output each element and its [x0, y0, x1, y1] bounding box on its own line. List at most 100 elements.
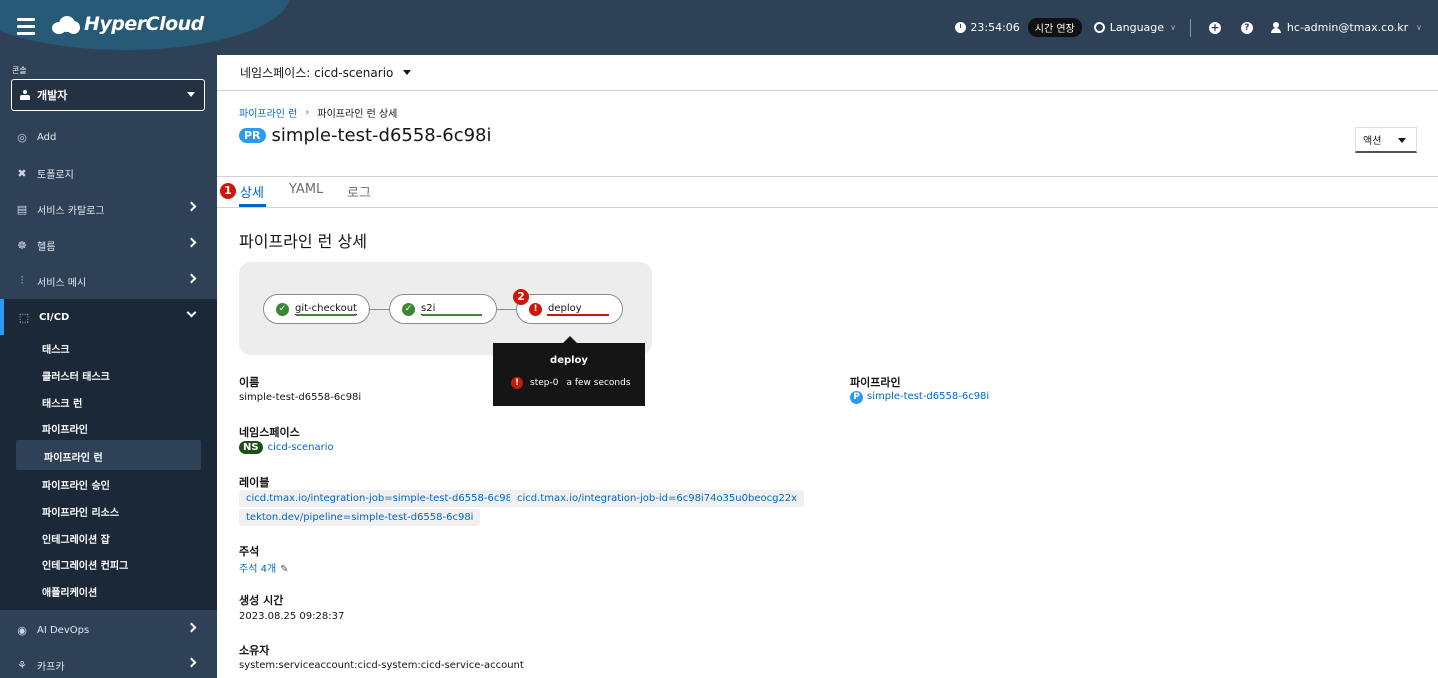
sidebar-item-service-mesh[interactable]: ⫶ 서비스 메시	[0, 263, 217, 299]
owner-value: system:serviceaccount:cicd-system:cicd-s…	[239, 660, 524, 671]
annotations-value: 주석 4개 ✎	[239, 560, 289, 575]
pipeline-link[interactable]: simple-test-d6558-6c98i	[867, 391, 989, 402]
pipeline-task-git-checkout[interactable]: ✓ git-checkout	[263, 294, 370, 324]
sidebar-item-label: AI DevOps	[37, 624, 90, 636]
tooltip-step-row: ! step-0 a few seconds	[511, 377, 631, 389]
resource-badge: PR	[239, 128, 266, 143]
sidebar-item-kafka[interactable]: ⚘ 카프카	[0, 647, 217, 678]
chevron-right-icon	[186, 622, 197, 633]
sidebar-subitem-cluster-task[interactable]: 클러스터 태스크	[42, 368, 110, 383]
pipeline-connector	[369, 309, 390, 310]
tooltip-title: deploy	[550, 355, 588, 366]
clock-icon	[955, 22, 967, 33]
sidebar-item-label: 서비스 메시	[37, 277, 87, 289]
sidebar-subitem-integration-job[interactable]: 인테그레이션 잡	[42, 531, 110, 546]
label-chip[interactable]: cicd.tmax.io/integration-job=simple-test…	[239, 490, 522, 507]
catalog-icon: ▤	[16, 202, 28, 216]
tab-yaml[interactable]: YAML	[289, 182, 323, 197]
sidebar-subitem-application[interactable]: 애플리케이션	[42, 584, 97, 599]
error-icon: !	[511, 377, 523, 389]
sidebar-item-cicd[interactable]: ⬚ CI/CD	[0, 299, 217, 335]
plus-circle-icon[interactable]: +	[1208, 21, 1221, 34]
actions-label: 액션	[1363, 136, 1382, 147]
globe-icon	[1093, 22, 1105, 33]
extend-session-button[interactable]: 시간 연장	[1027, 18, 1082, 37]
pipeline-field-label: 파이프라인	[850, 376, 901, 389]
breadcrumb-current: 파이프라인 런 상세	[317, 109, 398, 120]
chevron-right-icon	[186, 201, 197, 212]
developer-icon	[20, 90, 30, 100]
caret-down-icon	[1398, 138, 1406, 143]
sidebar: 콘솔 개발자 ◎ Add ✖ 토폴로지 ▤ 서비스 카탈로그 ☸ 헬름 ⫶ 서비…	[0, 55, 217, 678]
chevron-down-icon	[186, 307, 197, 318]
hamburger-menu-icon[interactable]	[17, 18, 35, 35]
page-title-row: PR simple-test-d6558-6c98i	[239, 125, 492, 146]
sidebar-item-topology[interactable]: ✖ 토폴로지	[0, 155, 217, 191]
task-tooltip: deploy ! step-0 a few seconds	[493, 336, 645, 406]
annotations-link[interactable]: 주석 4개	[239, 564, 276, 575]
sidebar-subitem-integration-config[interactable]: 인테그레이션 컨피그	[42, 557, 128, 572]
kafka-icon: ⚘	[17, 658, 27, 672]
logo-text: HyperCloud	[84, 13, 204, 35]
namespace-link[interactable]: cicd-scenario	[268, 442, 334, 453]
user-menu[interactable]: hc-admin@tmax.co.kr	[1287, 21, 1408, 34]
sidebar-subitem-pipeline[interactable]: 파이프라인	[42, 421, 88, 436]
tab-details[interactable]: 상세	[240, 182, 264, 201]
namespace-field-value: NS cicd-scenario	[239, 441, 334, 454]
namespace-badge: NS	[239, 441, 263, 454]
sidebar-subitem-task[interactable]: 태스크	[42, 341, 70, 356]
header-divider	[1189, 18, 1191, 37]
label-chip[interactable]: tekton.dev/pipeline=simple-test-d6558-6c…	[239, 509, 481, 526]
add-icon: ◎	[17, 130, 27, 144]
perspective-label: 개발자	[37, 89, 68, 102]
sidebar-subitem-pipeline-approval[interactable]: 파이프라인 승인	[42, 477, 110, 492]
pipeline-connector	[496, 309, 516, 310]
topology-icon: ✖	[17, 166, 27, 180]
task-progress-bar	[296, 314, 356, 316]
sidebar-item-label: CI/CD	[39, 311, 70, 323]
tooltip-step-name: step-0	[530, 378, 559, 388]
pipeline-task-s2i[interactable]: ✓ s2i	[389, 294, 497, 324]
chevron-down-icon: ∨	[1416, 23, 1422, 32]
pipeline-task-deploy[interactable]: ! deploy	[516, 294, 623, 324]
step-marker-1: 1	[220, 183, 236, 199]
logo[interactable]: HyperCloud	[52, 13, 204, 35]
section-title: 파이프라인 런 상세	[239, 232, 367, 251]
caret-down-icon	[403, 70, 412, 75]
label-chip[interactable]: cicd.tmax.io/integration-job-id=6c98i74o…	[510, 490, 805, 507]
namespace-selector[interactable]: 네임스페이스: cicd-scenario	[217, 55, 1438, 91]
chevron-down-icon: ∨	[1170, 23, 1176, 32]
top-header: HyperCloud 23:54:06 시간 연장 Language ∨ + ?…	[0, 0, 1438, 55]
task-progress-bar	[422, 314, 482, 316]
name-label: 이름	[239, 376, 260, 389]
namespace-field-label: 네임스페이스	[239, 426, 300, 439]
language-dropdown[interactable]: Language	[1110, 21, 1164, 34]
sidebar-item-label: Add	[37, 131, 57, 143]
task-progress-bar	[547, 314, 609, 316]
success-check-icon: ✓	[402, 302, 415, 316]
help-icon[interactable]: ?	[1240, 21, 1253, 34]
chevron-right-icon: ›	[305, 107, 310, 118]
caret-down-icon	[187, 92, 195, 97]
tooltip-step-time: a few seconds	[566, 378, 631, 388]
pipeline-field-value: Psimple-test-d6558-6c98i	[850, 391, 989, 404]
sidebar-item-helm[interactable]: ☸ 헬름	[0, 227, 217, 263]
tab-logs[interactable]: 로그	[347, 182, 371, 201]
actions-dropdown[interactable]: 액션	[1355, 127, 1417, 153]
helm-icon: ☸	[17, 238, 27, 252]
sidebar-item-service-catalog[interactable]: ▤ 서비스 카탈로그	[0, 191, 217, 227]
breadcrumb-link-pipeline-runs[interactable]: 파이프라인 런	[239, 105, 297, 120]
breadcrumb: 파이프라인 런 › 파이프라인 런 상세	[239, 105, 397, 120]
console-label: 콘솔	[12, 66, 27, 75]
sidebar-item-label: 카프카	[37, 661, 65, 673]
chevron-right-icon	[186, 273, 197, 284]
sidebar-subitem-task-run[interactable]: 태스크 런	[42, 395, 82, 410]
sidebar-subitem-pipeline-resource[interactable]: 파이프라인 리소스	[42, 504, 119, 519]
pencil-icon[interactable]: ✎	[280, 564, 288, 575]
mesh-icon: ⫶	[20, 274, 24, 287]
sidebar-item-add[interactable]: ◎ Add	[0, 119, 217, 155]
perspective-switcher[interactable]: 개발자	[11, 79, 205, 111]
sidebar-item-ai-devops[interactable]: ◉ AI DevOps	[0, 612, 217, 648]
tabs-bottom-border	[217, 207, 1438, 208]
sidebar-subitem-pipeline-run[interactable]: 파이프라인 런	[44, 449, 103, 464]
